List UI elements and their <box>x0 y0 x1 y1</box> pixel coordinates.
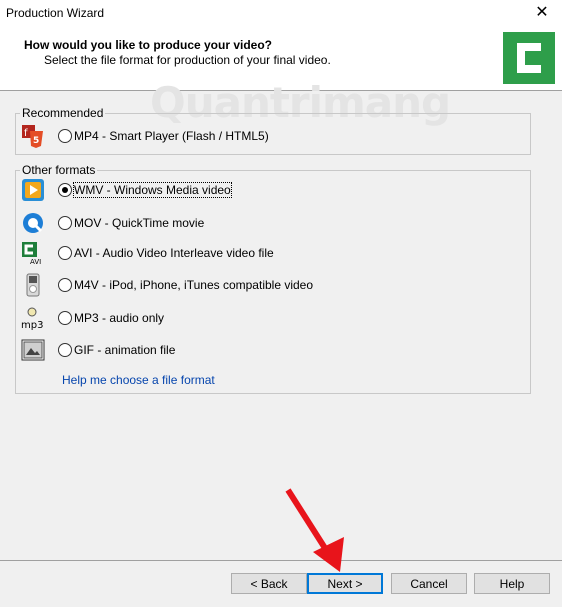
recommended-group-label: Recommended <box>20 106 106 120</box>
mp3-option-label[interactable]: MP3 - audio only <box>74 311 164 325</box>
format-row-mp3[interactable]: mp3 MP3 - audio only <box>20 305 164 331</box>
mp4-option-label[interactable]: MP4 - Smart Player (Flash / HTML5) <box>74 129 269 143</box>
gif-option-label[interactable]: GIF - animation file <box>74 343 175 357</box>
wizard-question: How would you like to produce your video… <box>24 38 273 52</box>
format-row-m4v[interactable]: M4V - iPod, iPhone, iTunes compatible vi… <box>20 272 313 298</box>
format-row-wmv[interactable]: WMV - Windows Media video <box>20 177 232 203</box>
svg-text:5: 5 <box>33 136 39 146</box>
back-button[interactable]: < Back <box>231 573 307 594</box>
svg-text:mp3: mp3 <box>21 320 43 330</box>
wizard-subtitle: Select the file format for production of… <box>44 53 331 67</box>
mp3-icon: mp3 <box>20 305 46 331</box>
help-choose-format-link[interactable]: Help me choose a file format <box>62 373 215 387</box>
title-bar: Production Wizard ✕ <box>0 0 562 28</box>
wmv-option-label[interactable]: WMV - Windows Media video <box>73 182 232 198</box>
mov-option-label[interactable]: MOV - QuickTime movie <box>74 216 204 230</box>
avi-icon: AVI <box>20 240 46 266</box>
ipod-icon <box>20 272 46 298</box>
gif-icon <box>20 337 46 363</box>
window-title: Production Wizard <box>6 6 105 20</box>
mp4-radio[interactable] <box>58 129 72 143</box>
avi-option-label[interactable]: AVI - Audio Video Interleave video file <box>74 246 274 260</box>
cancel-button[interactable]: Cancel <box>391 573 467 594</box>
windows-media-icon <box>20 177 46 203</box>
gif-radio[interactable] <box>58 343 72 357</box>
footer-divider <box>0 560 562 561</box>
close-icon[interactable]: ✕ <box>532 2 552 22</box>
next-button[interactable]: Next > <box>307 573 383 594</box>
wmv-radio[interactable] <box>58 183 72 197</box>
other-formats-group-label: Other formats <box>20 163 98 177</box>
m4v-radio[interactable] <box>58 278 72 292</box>
format-row-mov[interactable]: MOV - QuickTime movie <box>20 210 204 236</box>
mov-radio[interactable] <box>58 216 72 230</box>
quicktime-icon <box>20 210 46 236</box>
format-row-gif[interactable]: GIF - animation file <box>20 337 175 363</box>
format-row-mp4[interactable]: f 5 MP4 - Smart Player (Flash / HTML5) <box>20 123 269 149</box>
avi-radio[interactable] <box>58 246 72 260</box>
mp3-radio[interactable] <box>58 311 72 325</box>
svg-text:AVI: AVI <box>30 258 41 265</box>
format-row-avi[interactable]: AVI AVI - Audio Video Interleave video f… <box>20 240 274 266</box>
html5-flash-icon: f 5 <box>20 123 46 149</box>
help-button[interactable]: Help <box>474 573 550 594</box>
m4v-option-label[interactable]: M4V - iPod, iPhone, iTunes compatible vi… <box>74 278 313 292</box>
svg-text:f: f <box>24 128 28 139</box>
camtasia-logo-icon <box>503 32 555 84</box>
